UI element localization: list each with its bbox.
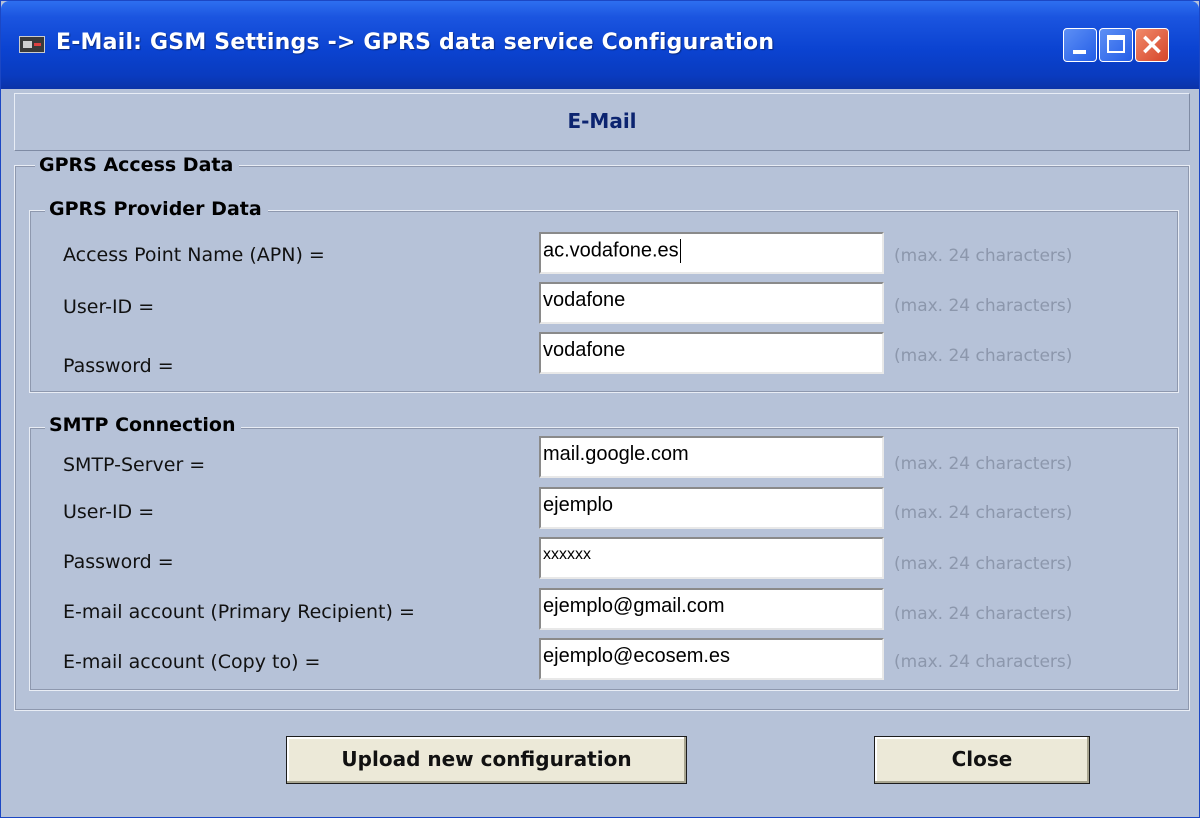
copy-to-input[interactable]: ejemplo@ecosem.es — [539, 638, 884, 680]
smtp-server-label: SMTP-Server = — [63, 454, 206, 476]
smtp-password-hint: (max. 24 characters) — [894, 554, 1073, 574]
minimize-icon — [1073, 50, 1086, 54]
close-window-button[interactable]: × — [1135, 28, 1169, 62]
maximize-button[interactable] — [1099, 28, 1133, 62]
section-banner: E-Mail — [14, 93, 1190, 151]
provider-user-input[interactable]: vodafone — [539, 282, 884, 324]
copy-to-label: E-mail account (Copy to) = — [63, 651, 321, 673]
gsm-device-icon[interactable] — [19, 36, 45, 53]
provider-password-label: Password = — [63, 355, 174, 377]
smtp-user-input[interactable]: ejemplo — [539, 487, 884, 529]
primary-recipient-hint: (max. 24 characters) — [894, 604, 1073, 624]
maximize-icon — [1107, 35, 1125, 53]
provider-password-hint: (max. 24 characters) — [894, 346, 1073, 366]
gprs-access-legend: GPRS Access Data — [35, 154, 240, 176]
configuration-window: E-Mail: GSM Settings -> GPRS data servic… — [0, 0, 1200, 818]
provider-user-hint: (max. 24 characters) — [894, 296, 1073, 316]
apn-input[interactable]: ac.vodafone.es — [539, 232, 884, 274]
smtp-legend: SMTP Connection — [45, 414, 242, 436]
smtp-password-input[interactable]: xxxxxx — [539, 537, 884, 579]
title-bar[interactable]: E-Mail: GSM Settings -> GPRS data servic… — [1, 1, 1199, 89]
close-button[interactable]: Close — [874, 736, 1090, 784]
banner-label: E-Mail — [567, 109, 637, 133]
copy-to-hint: (max. 24 characters) — [894, 652, 1073, 672]
primary-recipient-input[interactable]: ejemplo@gmail.com — [539, 588, 884, 630]
smtp-user-label: User-ID = — [63, 501, 155, 523]
smtp-password-label: Password = — [63, 551, 174, 573]
apn-label: Access Point Name (APN) = — [63, 244, 325, 266]
upload-configuration-button[interactable]: Upload new configuration — [286, 736, 687, 784]
smtp-user-hint: (max. 24 characters) — [894, 503, 1073, 523]
window-title: E-Mail: GSM Settings -> GPRS data servic… — [56, 30, 775, 55]
minimize-button[interactable] — [1063, 28, 1097, 62]
provider-legend: GPRS Provider Data — [45, 198, 268, 220]
apn-hint: (max. 24 characters) — [894, 246, 1073, 266]
close-icon: × — [1139, 27, 1165, 62]
provider-password-input[interactable]: vodafone — [539, 332, 884, 374]
primary-recipient-label: E-mail account (Primary Recipient) = — [63, 601, 415, 623]
smtp-server-input[interactable]: mail.google.com — [539, 436, 884, 478]
provider-user-label: User-ID = — [63, 296, 155, 318]
smtp-server-hint: (max. 24 characters) — [894, 454, 1073, 474]
